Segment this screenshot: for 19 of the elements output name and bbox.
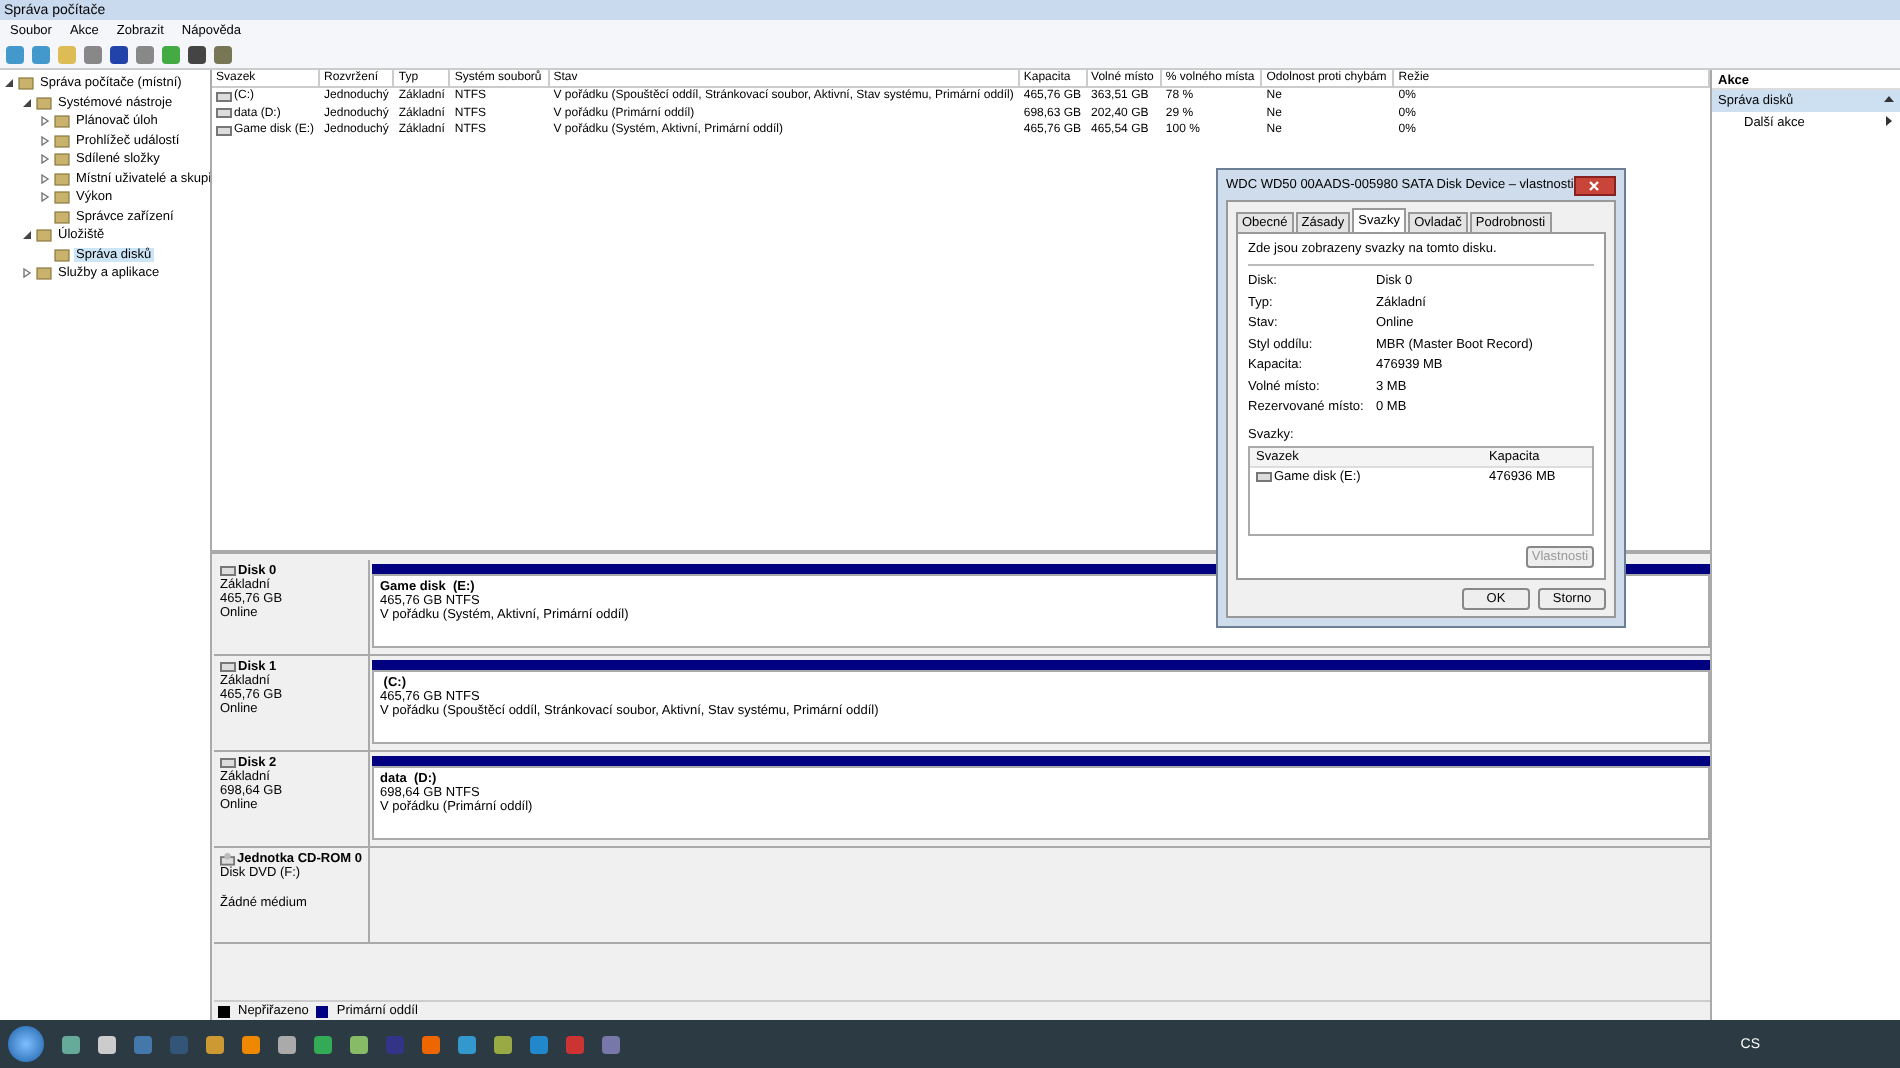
drive-icon [220, 662, 236, 672]
collapse-arrow-icon[interactable] [22, 97, 32, 108]
drive-icon [1256, 471, 1272, 481]
expand-arrow-icon[interactable] [40, 154, 50, 165]
submenu-caret-icon[interactable] [1884, 116, 1894, 126]
close-button[interactable] [1573, 175, 1616, 195]
close-icon [1588, 179, 1601, 191]
expand-arrow-icon[interactable] [40, 116, 50, 127]
collapse-caret-icon[interactable] [1884, 94, 1894, 104]
collapse-arrow-icon[interactable] [4, 78, 14, 89]
expand-arrow-icon[interactable] [40, 135, 50, 146]
cd-drive-icon [220, 852, 236, 866]
expand-arrow-icon[interactable] [22, 268, 32, 279]
drive-icon [220, 758, 236, 768]
drive-icon [220, 566, 236, 576]
expand-arrow-icon[interactable] [40, 173, 50, 184]
start-button[interactable] [8, 1026, 44, 1062]
collapse-arrow-icon[interactable] [22, 230, 32, 241]
expand-arrow-icon[interactable] [40, 192, 50, 203]
